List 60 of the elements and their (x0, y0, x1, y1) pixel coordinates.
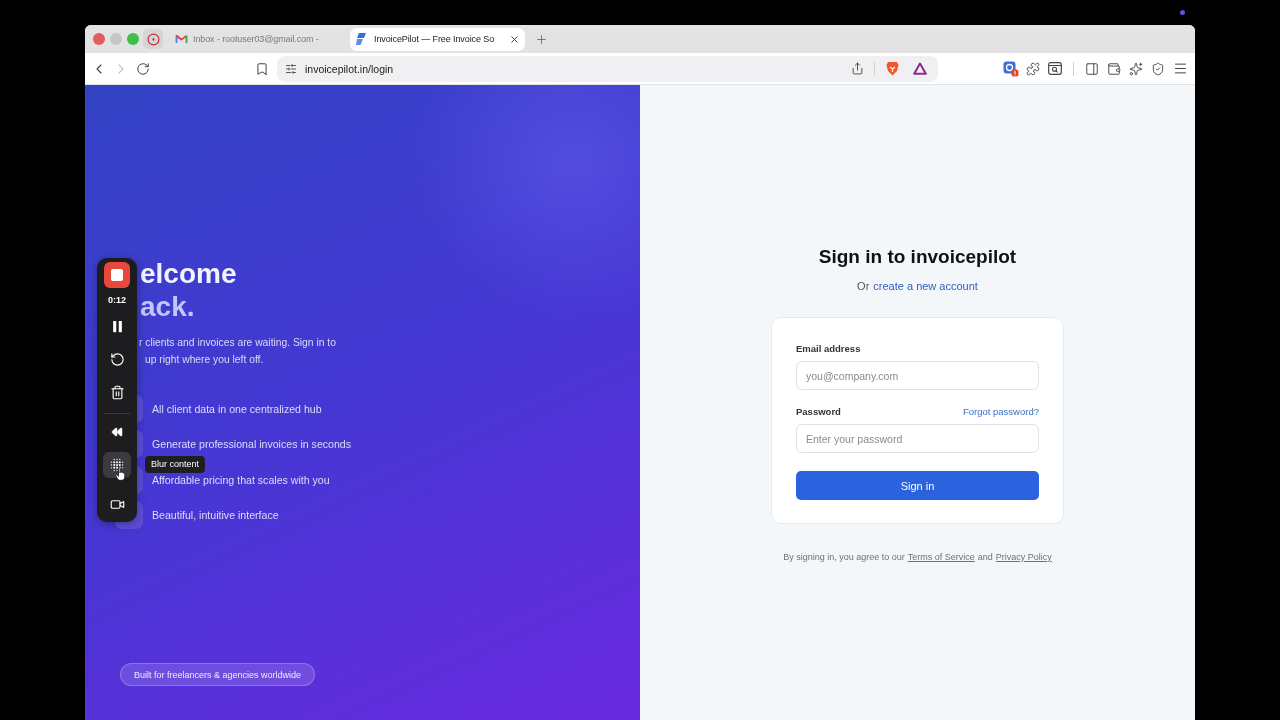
forgot-password-link[interactable]: Forgot password? (962, 406, 1039, 418)
shield-logo-icon (885, 61, 899, 76)
tab-title: InvoicePilot — Free Invoice So (374, 34, 496, 44)
extension-badge-icon (1003, 60, 1019, 77)
privacy-link[interactable]: Privacy Policy (995, 552, 1052, 562)
share-icon (850, 62, 864, 75)
password-field[interactable]: Enter your password (796, 424, 1039, 453)
feature-text: Generate professional invoices in seconds (152, 438, 352, 451)
window-close-button[interactable] (93, 33, 105, 45)
record-icon (146, 32, 160, 46)
wallet-icon (1107, 61, 1121, 76)
menu-icon (1172, 61, 1188, 76)
puzzle-icon (1026, 61, 1040, 76)
restart-icon (109, 351, 125, 367)
intro-text: r clients and invoices are waiting. Sign in to (139, 336, 336, 350)
intro-text: up right where you left off. (145, 353, 264, 367)
tagline-badge: Built for freelancers & agencies worldwide (120, 663, 316, 686)
bookmark-icon (255, 61, 269, 76)
browser-tab[interactable]: InvoicePilot — Free Invoice So (350, 27, 525, 51)
triangle-logo-icon (913, 62, 927, 75)
window-search-icon (1048, 62, 1062, 75)
blur-button[interactable] (103, 452, 131, 478)
record-button[interactable] (143, 29, 163, 49)
browser-tab[interactable]: Inbox - rootuser03@gmail.com - (170, 27, 345, 51)
tab-title: Inbox - rootuser03@gmail.com - (193, 34, 320, 44)
feature-text: Beautiful, intuitive interface (152, 508, 279, 521)
shield-check-icon (1151, 61, 1165, 76)
terms-link[interactable]: Terms of Service (907, 552, 975, 562)
status-dot-icon (1180, 10, 1185, 15)
dot-grid-icon (110, 458, 124, 472)
plus-icon (534, 32, 548, 46)
create-account-link[interactable]: create a new account (873, 280, 978, 292)
signin-title: Sign in to invoicepilot (818, 245, 1017, 269)
sparkle-icon (1129, 61, 1143, 76)
mail-logo-icon (175, 34, 188, 44)
hero-heading: elcome (140, 257, 237, 290)
legal-text: By signing in, you agree to our (783, 552, 905, 562)
feature-text: Affordable pricing that scales with you (152, 473, 330, 486)
address-bar[interactable]: invoicepilot.in/login (277, 55, 938, 82)
stop-recording-button[interactable] (104, 262, 130, 288)
hand-cursor-icon (115, 467, 126, 481)
reload-icon (136, 61, 150, 76)
hero-heading: ack. (140, 290, 195, 323)
close-icon (508, 33, 520, 45)
email-label: Email address (796, 343, 862, 355)
legal-text: and (977, 552, 993, 562)
prompt-text: Or (857, 280, 870, 292)
recording-time: 0:12 (108, 294, 126, 307)
stop-icon (111, 269, 123, 281)
sliders-icon (285, 62, 297, 75)
url-text: invoicepilot.in/login (305, 62, 394, 75)
email-field[interactable]: you@company.com (796, 361, 1039, 390)
app-logo-icon (355, 32, 369, 46)
rewind-icon (111, 426, 123, 438)
sign-in-button[interactable]: Sign in (796, 471, 1039, 500)
tooltip: Blur content (145, 456, 206, 473)
trash-icon (109, 384, 125, 400)
password-label: Password (796, 406, 841, 418)
sidebar-icon (1085, 61, 1099, 76)
feature-text: All client data in one centralized hub (152, 403, 322, 415)
